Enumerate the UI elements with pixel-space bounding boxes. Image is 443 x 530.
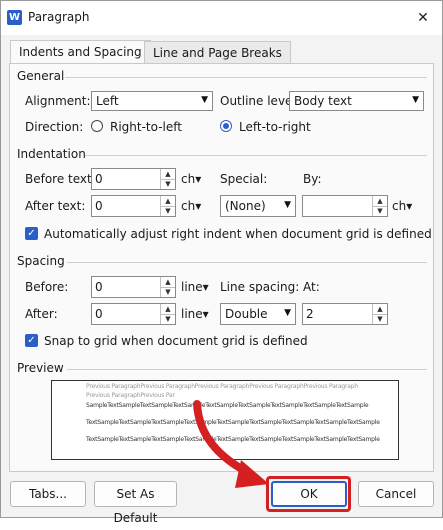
curved-arrow-icon <box>193 400 269 488</box>
spinner-buttons: ▲ ▼ <box>372 196 387 216</box>
before-text-spinner[interactable]: 0 ▲ ▼ <box>91 168 176 190</box>
spin-down-icon[interactable]: ▼ <box>373 206 387 216</box>
set-as-default-label: Set As Default <box>113 487 158 525</box>
word-icon: W <box>7 10 22 25</box>
chevron-down-icon: ▼ <box>284 308 291 318</box>
radio-right-to-left[interactable] <box>91 120 103 132</box>
general-heading: General <box>17 69 65 83</box>
set-as-default-button[interactable]: Set As Default <box>94 481 177 525</box>
radio-left-to-right[interactable] <box>220 120 232 132</box>
spacing-before-spinner[interactable]: 0 ▲ ▼ <box>91 276 176 298</box>
chevron-down-icon: ▼ <box>284 200 291 210</box>
spacing-heading: Spacing <box>17 254 65 268</box>
line-spacing-label: Line spacing: <box>220 280 300 294</box>
tabs-button-label: Tabs... <box>28 487 67 501</box>
after-text-value: 0 <box>95 199 103 213</box>
preview-prev-line: Previous ParagraphPrevious ParagraphPrev… <box>86 383 358 390</box>
by-unit[interactable]: ch▾ <box>392 199 412 213</box>
indentation-heading: Indentation <box>17 147 86 161</box>
close-button[interactable]: ✕ <box>407 3 439 33</box>
spin-down-icon[interactable]: ▼ <box>161 314 175 324</box>
alignment-value: Left <box>96 94 119 108</box>
tab-line-and-page-breaks[interactable]: Line and Page Breaks <box>144 41 291 65</box>
special-value: (None) <box>225 199 266 213</box>
chevron-down-icon: ▼ <box>412 95 419 105</box>
direction-label: Direction: <box>25 120 84 134</box>
alignment-label: Alignment: <box>25 94 91 108</box>
group-divider <box>85 155 427 156</box>
by-label: By: <box>303 172 322 186</box>
ltr-label: Left-to-right <box>239 120 311 134</box>
spin-down-icon[interactable]: ▼ <box>161 287 175 297</box>
after-text-unit[interactable]: ch▾ <box>181 199 201 213</box>
group-divider <box>67 262 427 263</box>
spacing-after-value: 0 <box>95 307 103 321</box>
window-title: Paragraph <box>28 10 90 24</box>
spin-down-icon[interactable]: ▼ <box>161 206 175 216</box>
after-text-spinner[interactable]: 0 ▲ ▼ <box>91 195 176 217</box>
tabs-button[interactable]: Tabs... <box>10 481 86 507</box>
at-value: 2 <box>306 307 314 321</box>
before-text-unit[interactable]: ch▾ <box>181 172 201 186</box>
auto-adjust-checkbox[interactable]: ✓ <box>25 227 38 240</box>
outline-level-value: Body text <box>294 94 352 108</box>
spacing-after-unit[interactable]: line▾ <box>181 307 209 321</box>
outline-level-select[interactable]: Body text ▼ <box>289 91 424 111</box>
preview-heading: Preview <box>17 361 64 375</box>
group-divider <box>65 77 427 78</box>
special-label: Special: <box>220 172 268 186</box>
spinner-buttons: ▲ ▼ <box>160 304 175 324</box>
cancel-button[interactable]: Cancel <box>358 481 434 507</box>
snap-to-grid-label: Snap to grid when document grid is defin… <box>44 334 308 348</box>
close-icon: ✕ <box>417 10 429 26</box>
spacing-before-unit[interactable]: line▾ <box>181 280 209 294</box>
auto-adjust-label: Automatically adjust right indent when d… <box>44 227 432 241</box>
chevron-down-icon: ▼ <box>201 95 208 105</box>
rtl-label: Right-to-left <box>110 120 182 134</box>
spin-down-icon[interactable]: ▼ <box>161 179 175 189</box>
spinner-buttons: ▲ ▼ <box>160 277 175 297</box>
before-text-label: Before text: <box>25 172 96 186</box>
preview-prev-line: Previous ParagraphPrevious Par <box>86 392 175 399</box>
spinner-buttons: ▲ ▼ <box>160 196 175 216</box>
cancel-button-label: Cancel <box>375 487 417 501</box>
line-spacing-select[interactable]: Double ▼ <box>220 303 296 325</box>
spacing-before-value: 0 <box>95 280 103 294</box>
tab-label: Indents and Spacing <box>19 45 142 59</box>
spin-down-icon[interactable]: ▼ <box>373 314 387 324</box>
before-text-value: 0 <box>95 172 103 186</box>
special-select[interactable]: (None) ▼ <box>220 195 296 217</box>
at-spinner[interactable]: 2 ▲ ▼ <box>302 303 388 325</box>
group-divider <box>67 369 427 370</box>
at-label: At: <box>303 280 320 294</box>
by-spinner[interactable]: ▲ ▼ <box>302 195 388 217</box>
paragraph-dialog: W Paragraph ✕ Indents and Spacing Line a… <box>0 0 443 525</box>
line-spacing-value: Double <box>225 307 268 321</box>
after-text-label: After text: <box>25 199 86 213</box>
spinner-buttons: ▲ ▼ <box>160 169 175 189</box>
spacing-before-label: Before: <box>25 280 69 294</box>
spinner-buttons: ▲ ▼ <box>372 304 387 324</box>
tab-label: Line and Page Breaks <box>153 46 282 60</box>
alignment-select[interactable]: Left ▼ <box>91 91 213 111</box>
outline-level-label: Outline level: <box>220 94 300 108</box>
title-bar: W Paragraph ✕ <box>1 1 442 35</box>
spacing-after-label: After: <box>25 307 58 321</box>
spacing-after-spinner[interactable]: 0 ▲ ▼ <box>91 303 176 325</box>
snap-to-grid-checkbox[interactable]: ✓ <box>25 334 38 347</box>
